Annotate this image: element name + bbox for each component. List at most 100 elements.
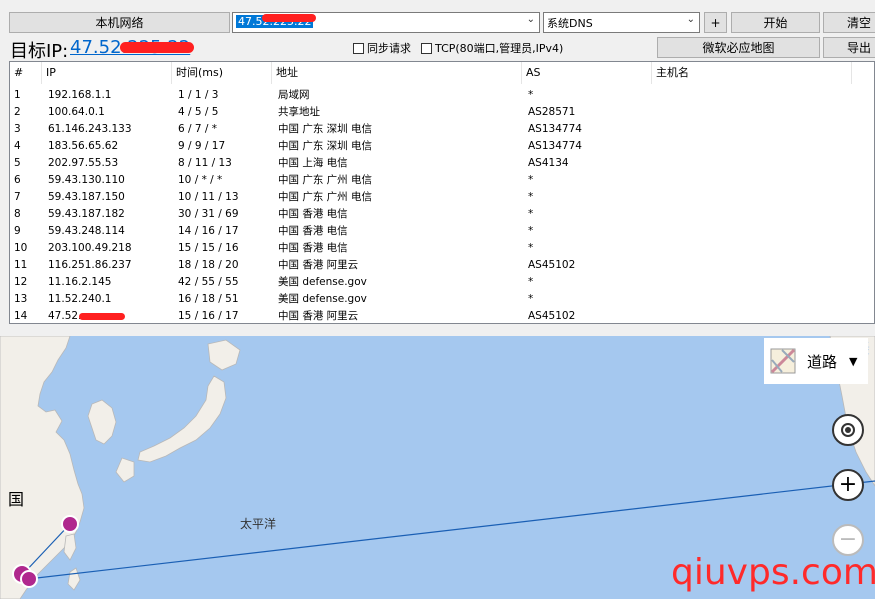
plus-icon: + [838,472,858,497]
redaction-mark [262,14,316,22]
tcp-mode-label: TCP(80端口,管理员,IPv4) [435,42,564,55]
table-row[interactable]: 5 202.97.55.53 8 / 11 / 13 中国 上海 电信 AS4134 [10,155,874,172]
column-header-ip[interactable]: IP [42,62,172,84]
cell-ip: 59.43.187.182 [48,208,125,220]
cell-index: 1 [14,89,21,101]
taiwan-land [63,533,77,561]
cell-ip: 11.52.240.1 [48,293,112,305]
redaction-mark [79,313,125,320]
country-label: 国 [8,490,25,509]
ocean-label: 太平洋 [240,517,277,531]
cell-address: 中国 香港 电信 [278,242,348,254]
cell-as: * [528,174,534,186]
cell-index: 4 [14,140,21,152]
cell-ip: 192.168.1.1 [48,89,112,101]
cell-time: 1 / 1 / 3 [178,89,219,101]
cell-as: AS4134 [528,157,569,169]
cell-index: 2 [14,106,21,118]
watermark: qiuvps.com [671,552,875,593]
kyushu-land [115,457,135,483]
cell-time: 10 / 11 / 13 [178,191,239,203]
cell-as: AS28571 [528,106,576,118]
cell-address: 中国 广东 广州 电信 [278,191,373,203]
table-row[interactable]: 8 59.43.187.182 30 / 31 / 69 中国 香港 电信 * [10,206,874,223]
cell-as: AS45102 [528,310,576,322]
cell-ip: 202.97.55.53 [48,157,119,169]
target-ip-label: 目标IP: [10,41,69,62]
table-row[interactable]: 9 59.43.248.114 14 / 16 / 17 中国 香港 电信 * [10,223,874,240]
cell-as: AS45102 [528,259,576,271]
chevron-down-icon[interactable]: ⌄ [687,14,695,25]
table-row[interactable]: 6 59.43.130.110 10 / * / * 中国 广东 广州 电信 * [10,172,874,189]
table-row[interactable]: 11 116.251.86.237 18 / 18 / 20 中国 香港 阿里云 AS4… [10,257,874,274]
cell-ip: 59.43.130.110 [48,174,125,186]
map-style-selector[interactable]: 道路 ▼ [764,338,868,384]
cell-as: AS134774 [528,123,582,135]
cell-index: 10 [14,242,28,254]
cell-as: * [528,208,534,220]
korea-land [87,399,117,445]
table-row[interactable]: 13 11.52.240.1 16 / 18 / 51 美国 defense.gov * [10,291,874,308]
tcp-mode-checkbox[interactable]: TCP(80端口,管理员,IPv4) [421,40,563,56]
cell-index: 5 [14,157,21,169]
column-header-time[interactable]: 时间(ms) [172,62,272,84]
table-row[interactable]: 3 61.146.243.133 6 / 7 / * 中国 广东 深圳 电信 AS134… [10,121,874,138]
cell-ip: 11.16.2.145 [48,276,112,288]
cell-index: 14 [14,310,28,322]
cell-index: 9 [14,225,21,237]
cell-address: 局域网 [278,89,310,101]
add-button[interactable]: + [704,12,727,33]
table-row[interactable]: 7 59.43.187.150 10 / 11 / 13 中国 广东 广州 电信 * [10,189,874,206]
zoom-in-button[interactable]: + [832,469,864,501]
redaction-mark [120,42,194,53]
hop-marker-shanghai[interactable] [61,515,79,533]
chevron-down-icon[interactable]: ▼ [849,355,857,368]
column-header-as[interactable]: AS [522,62,652,84]
cell-time: 4 / 5 / 5 [178,106,219,118]
clear-button[interactable]: 清空 [823,12,875,33]
cell-ip: 59.43.248.114 [48,225,125,237]
cell-address: 中国 上海 电信 [278,157,348,169]
cell-address: 中国 广东 深圳 电信 [278,140,373,152]
cell-time: 16 / 18 / 51 [178,293,239,305]
road-map-icon [770,348,796,374]
cell-address: 美国 defense.gov [278,276,367,288]
sync-request-label: 同步请求 [367,42,411,55]
table-row[interactable]: 4 183.56.65.62 9 / 9 / 17 中国 广东 深圳 电信 AS1347… [10,138,874,155]
hop-marker-hongkong[interactable] [20,570,38,588]
cell-index: 7 [14,191,21,203]
checkbox-box[interactable] [353,42,364,54]
cell-as: * [528,276,534,288]
column-header-address[interactable]: 地址 [272,62,522,84]
table-row[interactable]: 12 11.16.2.145 42 / 55 / 55 美国 defense.gov * [10,274,874,291]
start-button[interactable]: 开始 [731,12,820,33]
bing-map-button[interactable]: 微软必应地图 [657,37,820,58]
cell-time: 6 / 7 / * [178,123,218,135]
column-header-hostname[interactable]: 主机名 [652,62,852,84]
chevron-down-icon[interactable]: ⌄ [527,14,535,25]
table-row[interactable]: 1 192.168.1.1 1 / 1 / 3 局域网 * [10,87,874,104]
local-network-button[interactable]: 本机网络 [9,12,230,33]
locate-button[interactable] [832,414,864,446]
sync-request-checkbox[interactable]: 同步请求 [353,40,411,56]
road-label[interactable]: 道路 [807,351,837,372]
asia-land [0,336,85,599]
dns-combo[interactable]: 系统DNS ⌄ [543,12,700,33]
cell-ip: 203.100.49.218 [48,242,132,254]
cell-time: 9 / 9 / 17 [178,140,226,152]
cell-as: * [528,89,534,101]
table-row[interactable]: 10 203.100.49.218 15 / 15 / 16 中国 香港 电信 * [10,240,874,257]
cell-index: 8 [14,208,21,220]
table-row[interactable]: 2 100.64.0.1 4 / 5 / 5 共享地址 AS28571 [10,104,874,121]
cell-time: 18 / 18 / 20 [178,259,239,271]
export-button[interactable]: 导出 [823,37,875,58]
route-map[interactable]: 国 太平洋 北美洲 道路 ▼ + − qiuvps.com [0,336,875,599]
cell-ip: 100.64.0.1 [48,106,105,118]
dns-value: 系统DNS [547,17,593,30]
cell-as: * [528,191,534,203]
cell-address: 中国 香港 电信 [278,208,348,220]
table-row[interactable]: 14 47.52. 15 / 16 / 17 中国 香港 阿里云 AS45102 [10,308,874,323]
column-header-index[interactable]: # [10,62,42,84]
cell-as: * [528,225,534,237]
checkbox-box[interactable] [421,42,432,54]
